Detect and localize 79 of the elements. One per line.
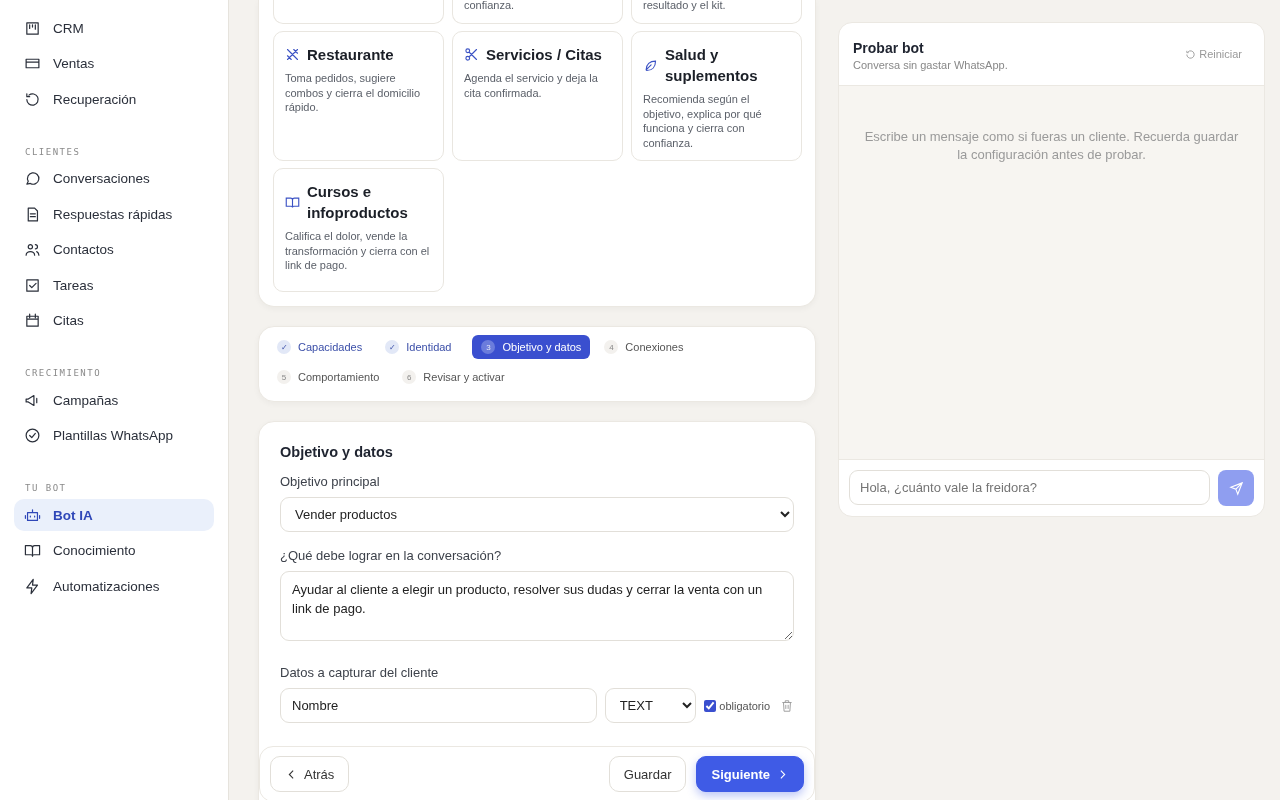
nav-icon <box>24 170 41 187</box>
step-tab[interactable]: ✓ Capacidades <box>275 335 372 359</box>
sidebar-item[interactable]: Tareas <box>14 269 214 301</box>
step-number: 3 <box>481 340 496 354</box>
template-card[interactable]: Cursos e infoproductos Califica el dolor, vende la transformación y cierra con el link de pago. <box>273 168 444 292</box>
type-select[interactable]: TEXT <box>604 688 697 723</box>
step-number: 5 <box>277 370 291 384</box>
template-card[interactable]: resultado y el kit. <box>631 0 802 24</box>
step-tab[interactable]: ✓ Identidad <box>383 335 461 359</box>
sidebar-item[interactable]: Contactos <box>14 233 214 266</box>
template-card[interactable]: confianza. <box>452 0 623 24</box>
back-button[interactable]: Atrás <box>270 756 350 792</box>
step-number: 6 <box>402 370 417 384</box>
template-icon <box>285 194 300 210</box>
panel-subtitle: Conversa sin gastar WhatsApp. <box>853 59 1008 71</box>
template-description: Toma pedidos, sugiere combos y cierra el domicilio rápido. <box>285 71 422 115</box>
send-button[interactable] <box>1218 470 1254 506</box>
sidebar-item[interactable]: Conocimiento <box>14 534 214 567</box>
save-button[interactable]: Guardar <box>608 756 687 792</box>
step-number: 4 <box>604 340 619 354</box>
sidebar-item[interactable]: CRM <box>14 12 214 44</box>
template-icon <box>285 47 300 62</box>
sidebar-item[interactable]: Respuestas rápidas <box>14 198 214 230</box>
nav-icon <box>24 276 41 294</box>
section-heading: CLIENTES <box>24 145 82 159</box>
empty-message: Escribe un mensaje como si fueras un cliente. Recuerda guardar la configuración antes de probar. <box>863 128 1240 164</box>
reset-icon <box>1185 48 1197 60</box>
nav-icon <box>24 19 41 37</box>
sidebar-item[interactable]: Plantillas WhatsApp <box>14 419 214 452</box>
next-button[interactable]: Siguiente <box>696 756 804 792</box>
send-icon <box>1228 480 1244 496</box>
sidebar-item[interactable]: Campañas <box>14 384 214 416</box>
template-description: resultado y el kit. <box>643 0 726 12</box>
template-title: Restaurante <box>307 45 394 65</box>
nav-icon <box>24 542 41 559</box>
step-tab[interactable]: 4 Conexiones <box>602 335 693 359</box>
section-heading: CRECIMIENTO <box>24 367 103 380</box>
goal-select[interactable]: Vender productos <box>280 497 794 532</box>
message-input[interactable]: Hola, ¿cuánto vale la freidora? <box>849 470 1210 505</box>
required-label: obligatorio <box>719 699 771 712</box>
sidebar-item[interactable]: Conversaciones <box>14 162 214 195</box>
sidebar-item[interactable]: Bot IA <box>14 499 214 531</box>
template-icon <box>464 47 479 62</box>
trash-icon[interactable] <box>780 698 794 713</box>
nav-icon <box>24 427 41 444</box>
panel-title: Probar bot <box>853 40 925 56</box>
template-card[interactable]: Servicios / Citas Agenda el servicio y deja la cita confirmada. <box>452 31 623 161</box>
nav-icon <box>24 241 41 258</box>
form-title: Objetivo y datos <box>280 444 394 460</box>
sidebar-item[interactable]: Ventas <box>14 47 214 80</box>
template-description: Recomienda según el objetivo, explica por qué funciona y cierra con confianza. <box>643 92 763 150</box>
step-tab[interactable]: 5 Comportamiento <box>275 365 389 389</box>
goal-textarea[interactable]: Ayudar al cliente a elegir un producto, resolver sus dudas y cerrar la venta con un link de pago. <box>280 571 794 641</box>
template-card[interactable]: Restaurante Toma pedidos, sugiere combos y cierra el domicilio rápido. <box>273 31 444 161</box>
step-tab[interactable]: 6 Revisar y activar <box>400 365 514 389</box>
nav-icon <box>24 506 41 524</box>
required-checkbox[interactable] <box>704 699 717 712</box>
template-description: Agenda el servicio y deja la cita confirmada. <box>464 71 599 100</box>
step-number: ✓ <box>277 340 291 354</box>
template-icon <box>643 57 658 73</box>
nav-icon <box>24 90 41 108</box>
step-number: ✓ <box>385 340 400 354</box>
template-title: Servicios / Citas <box>486 45 602 65</box>
sidebar-item[interactable]: Recuperación <box>14 83 214 115</box>
section-heading: TU BOT <box>24 482 68 495</box>
field-name-input[interactable]: Nombre <box>280 688 597 723</box>
nav-icon <box>24 312 41 329</box>
template-description: confianza. <box>464 0 515 12</box>
field-label: ¿Qué debe lograr en la conversación? <box>280 548 503 563</box>
template-card[interactable]: Salud y suplementos Recomienda según el objetivo, explica por qué funciona y cierra con confianza. <box>631 31 802 161</box>
sidebar-item[interactable]: Citas <box>14 304 214 337</box>
template-title: Cursos e infoproductos <box>307 182 409 223</box>
field-label: Objetivo principal <box>280 474 381 489</box>
template-title: Salud y suplementos <box>665 45 759 86</box>
field-label: Datos a capturar del cliente <box>280 665 440 680</box>
step-tab[interactable]: 3 Objetivo y datos <box>472 335 591 359</box>
sidebar-item[interactable]: Automatizaciones <box>14 570 214 602</box>
template-description: Califica el dolor, vende la transformación y cierra con el link de pago. <box>285 229 431 273</box>
nav-icon <box>24 577 41 595</box>
